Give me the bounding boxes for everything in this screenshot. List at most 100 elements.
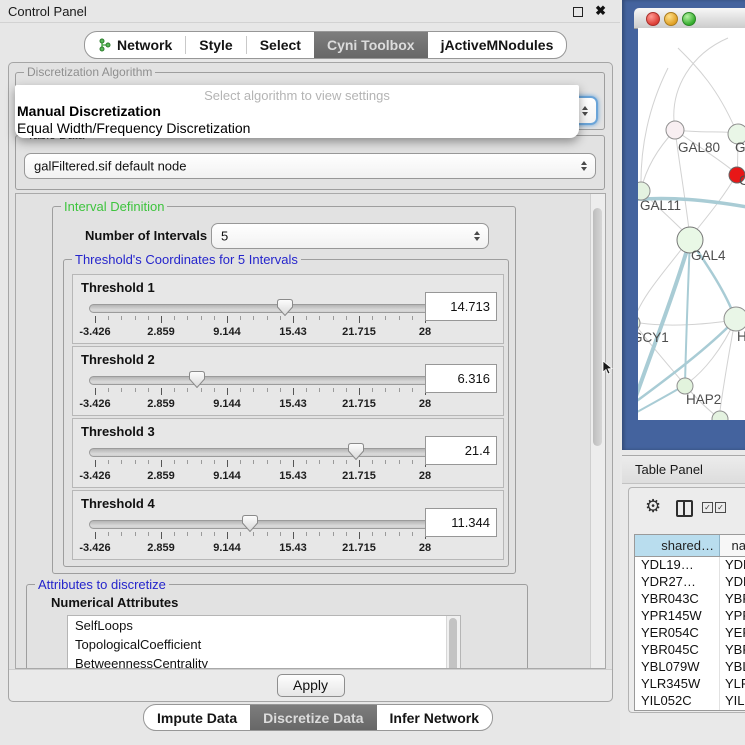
- settings-scrollbar-thumb[interactable]: [593, 208, 602, 446]
- table-row[interactable]: YIL052CYIL0: [635, 693, 745, 710]
- threshold-value-field-1[interactable]: 14.713: [425, 292, 497, 321]
- table-data-group: Table Data galFiltered.sif default node: [15, 135, 605, 190]
- tick-label: 21.715: [342, 398, 376, 410]
- dropdown-placeholder-option[interactable]: Select algorithm to view settings: [15, 85, 579, 103]
- table-row[interactable]: YBR043CYBR0: [635, 591, 745, 608]
- table-row[interactable]: YPR145WYPR1: [635, 608, 745, 625]
- threshold-slider-1[interactable]: -3.4262.8599.14415.4321.71528: [89, 299, 461, 339]
- tick-label: 9.144: [213, 326, 241, 338]
- close-icon[interactable]: ✖: [595, 3, 606, 19]
- tick-label: 2.859: [147, 326, 175, 338]
- node-label-gal4: GAL4: [691, 248, 726, 263]
- threshold-slider-3[interactable]: -3.4262.8599.14415.4321.71528: [89, 443, 461, 483]
- threshold-box-2: Threshold 2-3.4262.8599.14415.4321.71528…: [72, 346, 504, 416]
- threshold-value-field-3[interactable]: 21.4: [425, 436, 497, 465]
- slider-tick-labels: -3.4262.8599.14415.4321.71528: [95, 542, 425, 554]
- gear-icon[interactable]: ⚙: [645, 496, 661, 517]
- tab-cyni-toolbox[interactable]: Cyni Toolbox: [314, 32, 428, 58]
- table-data-combobox[interactable]: galFiltered.sif default node: [24, 153, 596, 179]
- table-row[interactable]: YER054CYER0: [635, 625, 745, 642]
- discretization-algorithm-title: Discretization Algorithm: [24, 65, 155, 79]
- thresholds-group-title: Threshold's Coordinates for 5 Intervals: [72, 252, 301, 267]
- threshold-label: Threshold 1: [81, 280, 155, 295]
- tab-discretize-data[interactable]: Discretize Data: [250, 705, 376, 730]
- float-icon[interactable]: [573, 7, 583, 17]
- cell-shared-name: YIL052C: [635, 693, 720, 710]
- tab-select[interactable]: Select: [247, 32, 314, 58]
- tick-label: 28: [419, 398, 431, 410]
- tab-infer-network[interactable]: Infer Network: [377, 705, 492, 730]
- slider-ticks: [95, 316, 425, 324]
- table-row[interactable]: YDL19…YDL1: [635, 557, 745, 574]
- combo-arrows-icon: [474, 231, 480, 241]
- network-icon: [98, 38, 112, 52]
- tab-impute-data[interactable]: Impute Data: [144, 705, 250, 730]
- threshold-slider-2[interactable]: -3.4262.8599.14415.4321.71528: [89, 371, 461, 411]
- table-panel-titlebar: Table Panel: [622, 455, 745, 484]
- tick-label: 9.144: [213, 398, 241, 410]
- table-body: YDL19…YDL1YDR27…YDR2YBR043CYBR0YPR145WYP…: [635, 557, 745, 710]
- attributes-group: Attributes to discretize Numerical Attri…: [26, 584, 528, 669]
- slider-thumb[interactable]: [189, 371, 205, 388]
- attributes-scrollbar[interactable]: [446, 616, 460, 669]
- mac-close-icon[interactable]: [646, 12, 660, 26]
- network-canvas[interactable]: GAL80GCGAL11GAL4GCY1HHAP2: [638, 28, 745, 420]
- attributes-scrollbar-thumb[interactable]: [449, 618, 457, 669]
- table-row[interactable]: YBL079WYBL0: [635, 659, 745, 676]
- dropdown-option-equal-width[interactable]: Equal Width/Frequency Discretization: [15, 120, 579, 137]
- tab-label: Infer Network: [390, 710, 479, 726]
- slider-thumb[interactable]: [277, 299, 293, 316]
- checkbox-icon[interactable]: ✓: [715, 502, 726, 513]
- table-row[interactable]: YDR27…YDR2: [635, 574, 745, 591]
- cell-name: YBR0: [720, 591, 745, 608]
- number-of-intervals-combobox[interactable]: 5: [211, 223, 489, 249]
- attribute-item-selfloops[interactable]: SelfLoops: [68, 616, 460, 635]
- column-header-shared-name[interactable]: shared…: [635, 535, 720, 556]
- cell-shared-name: YBR043C: [635, 591, 720, 608]
- cell-name: YBL0: [720, 659, 745, 676]
- node-label-hap2: HAP2: [686, 392, 721, 407]
- threshold-label: Threshold 2: [81, 352, 155, 367]
- network-graph: GAL80GCGAL11GAL4GCY1HHAP2: [638, 28, 745, 420]
- attribute-item-topologicalcoefficient[interactable]: TopologicalCoefficient: [68, 635, 460, 654]
- checkbox-icon[interactable]: ✓: [702, 502, 713, 513]
- threshold-value-field-2[interactable]: 6.316: [425, 364, 497, 393]
- cell-name: YBR0: [720, 642, 745, 659]
- node-gal80[interactable]: [666, 121, 684, 139]
- apply-button[interactable]: Apply: [277, 674, 345, 697]
- column-header-name[interactable]: na: [720, 535, 745, 556]
- slider-thumb[interactable]: [242, 515, 258, 532]
- table-row[interactable]: YLR345WYLR3: [635, 676, 745, 693]
- table-panel-title: Table Panel: [635, 462, 703, 477]
- node-partial-bottom[interactable]: [712, 411, 728, 420]
- node-attribute-table[interactable]: shared… na YDL19…YDL1YDR27…YDR2YBR043CYB…: [634, 534, 745, 711]
- network-node-labels: GAL80GCGAL11GAL4GCY1HHAP2: [638, 140, 745, 407]
- dropdown-option-manual-discretization[interactable]: Manual Discretization: [15, 103, 579, 120]
- mac-minimize-icon[interactable]: [664, 12, 678, 26]
- tab-network[interactable]: Network: [85, 32, 185, 58]
- threshold-slider-4[interactable]: -3.4262.8599.14415.4321.71528: [89, 515, 461, 555]
- network-nodes[interactable]: [638, 121, 745, 420]
- slider-tick-labels: -3.4262.8599.14415.4321.71528: [95, 470, 425, 482]
- threshold-value-field-4[interactable]: 11.344: [425, 508, 497, 537]
- column-selector-icon[interactable]: [676, 500, 693, 517]
- threshold-box-4: Threshold 4-3.4262.8599.14415.4321.71528…: [72, 490, 504, 560]
- attributes-group-title: Attributes to discretize: [35, 577, 169, 592]
- tick-label: 28: [419, 326, 431, 338]
- numerical-attributes-label: Numerical Attributes: [51, 595, 178, 610]
- tick-label: 15.43: [279, 326, 307, 338]
- tab-label: Network: [117, 37, 172, 53]
- node-label-c: C: [739, 173, 745, 188]
- node-partial-right[interactable]: [724, 307, 745, 331]
- node-gcy1[interactable]: [638, 315, 640, 331]
- mac-zoom-icon[interactable]: [682, 12, 696, 26]
- table-row[interactable]: YBR045CYBR0: [635, 642, 745, 659]
- tab-style[interactable]: Style: [186, 32, 245, 58]
- slider-thumb[interactable]: [348, 443, 364, 460]
- attribute-item-betweennesscentrality[interactable]: BetweennessCentrality: [68, 654, 460, 669]
- tick-label: 28: [419, 470, 431, 482]
- tab-jactivemnodules[interactable]: jActiveMNodules: [428, 32, 567, 58]
- tick-label: 15.43: [279, 542, 307, 554]
- numerical-attributes-list[interactable]: SelfLoopsTopologicalCoefficientBetweenne…: [67, 615, 461, 669]
- settings-vertical-scrollbar[interactable]: [590, 194, 605, 668]
